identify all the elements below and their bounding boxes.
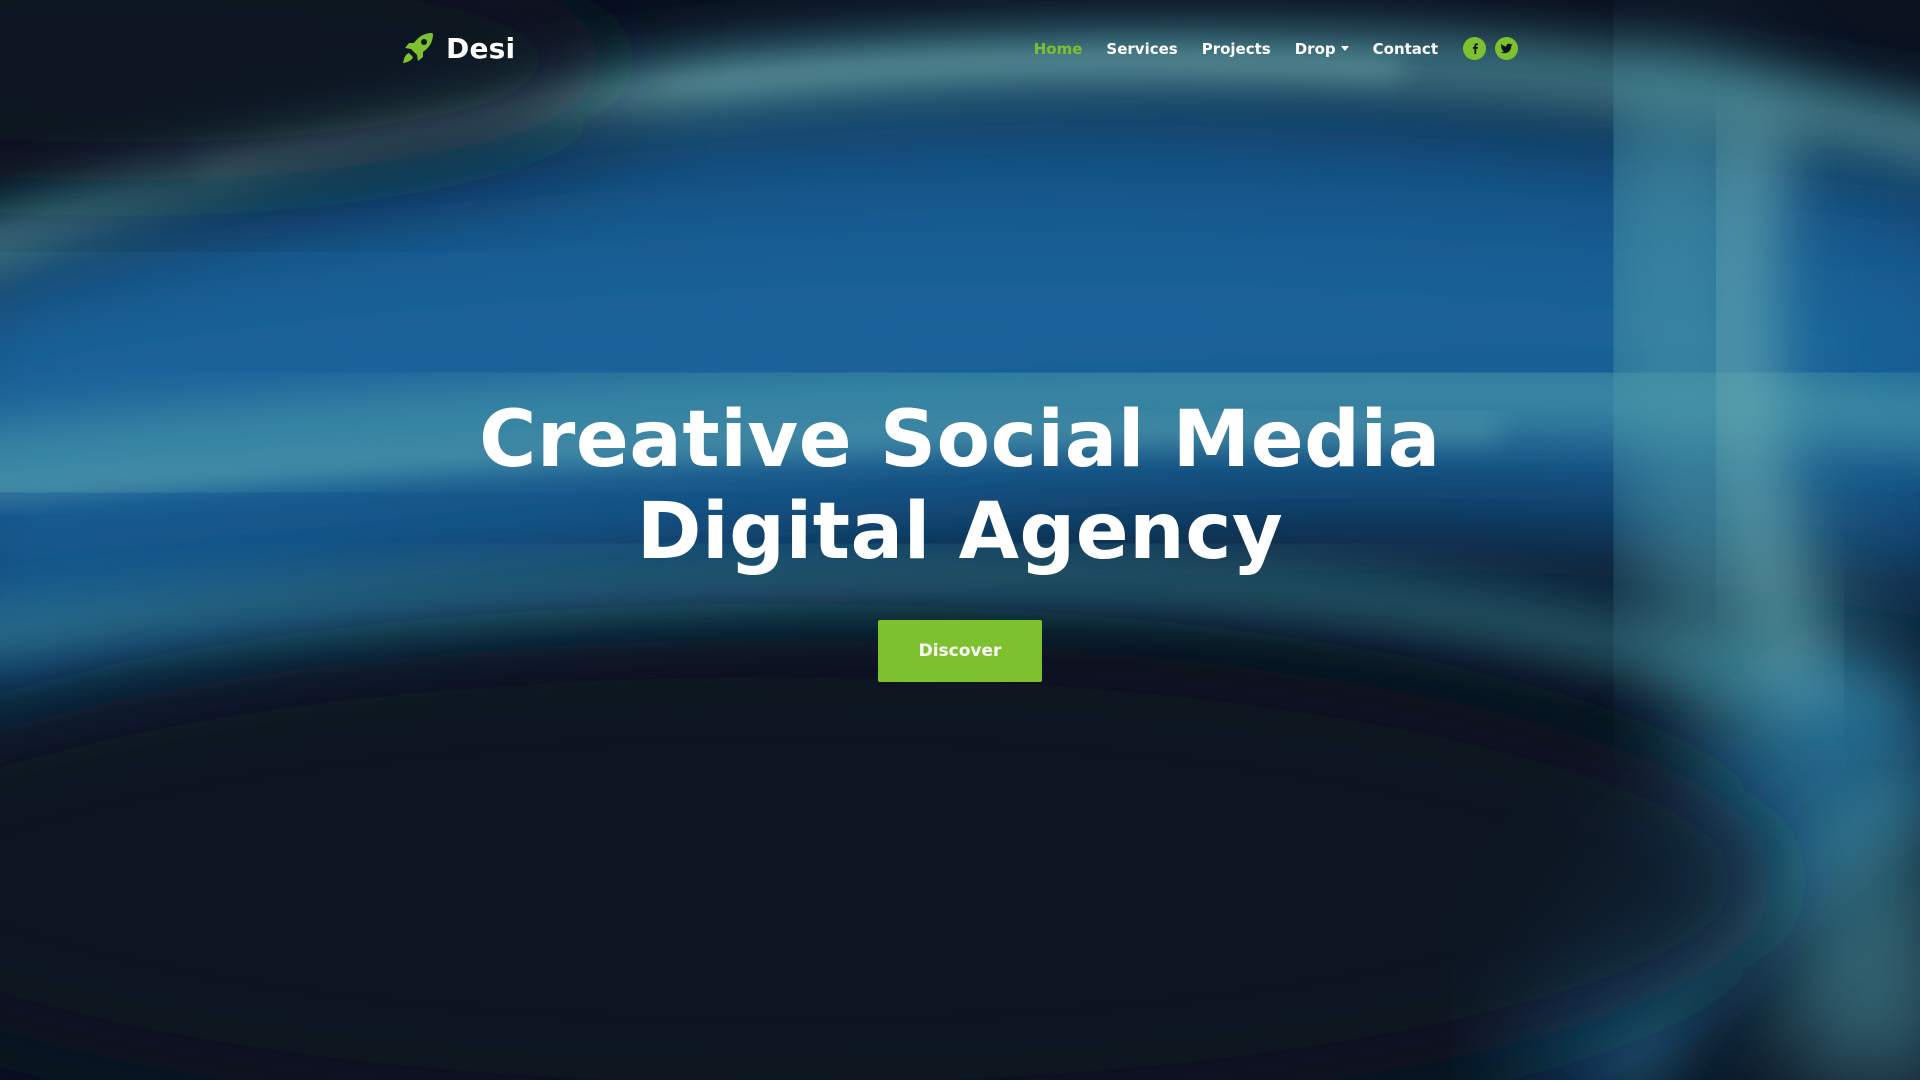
facebook-button[interactable] — [1463, 36, 1486, 60]
nav-link-drop-label: Drop — [1294, 39, 1336, 58]
nav-item-projects: Projects — [1202, 39, 1271, 58]
nav-link-contact[interactable]: Contact — [1373, 40, 1438, 58]
facebook-icon — [1472, 43, 1478, 54]
nav-link-services[interactable]: Services — [1106, 40, 1177, 58]
hero-content: Creative Social Media Digital Agency Dis… — [0, 394, 1920, 682]
hero-title-line-1: Creative Social Media — [479, 395, 1441, 485]
twitter-icon — [1500, 43, 1513, 53]
nav-item-home: Home — [1034, 39, 1083, 58]
nav-menu: Home Services Projects Drop Contact — [1034, 39, 1438, 58]
nav-link-drop-dropdown[interactable]: Drop — [1295, 40, 1349, 58]
nav-link-projects[interactable]: Projects — [1202, 40, 1271, 58]
rocket-icon — [403, 33, 433, 63]
nav-item-drop: Drop — [1295, 39, 1349, 58]
brand-name: Desi — [446, 31, 516, 65]
hero-title-line-2: Digital Agency — [636, 487, 1284, 577]
nav-link-home[interactable]: Home — [1034, 40, 1083, 58]
caret-down-icon — [1340, 46, 1349, 51]
top-navbar: Desi Home Services Projects Drop Contact — [400, 28, 1518, 68]
discover-button[interactable]: Discover — [878, 620, 1042, 682]
brand-logo-link[interactable]: Desi — [400, 30, 515, 66]
nav-item-services: Services — [1106, 39, 1177, 58]
nav-item-contact: Contact — [1373, 39, 1438, 58]
hero-section: Desi Home Services Projects Drop Contact… — [0, 0, 1920, 1080]
twitter-button[interactable] — [1495, 36, 1518, 60]
hero-title: Creative Social Media Digital Agency — [0, 394, 1920, 578]
nav-right: Home Services Projects Drop Contact — [1034, 36, 1518, 60]
social-links — [1463, 36, 1518, 60]
